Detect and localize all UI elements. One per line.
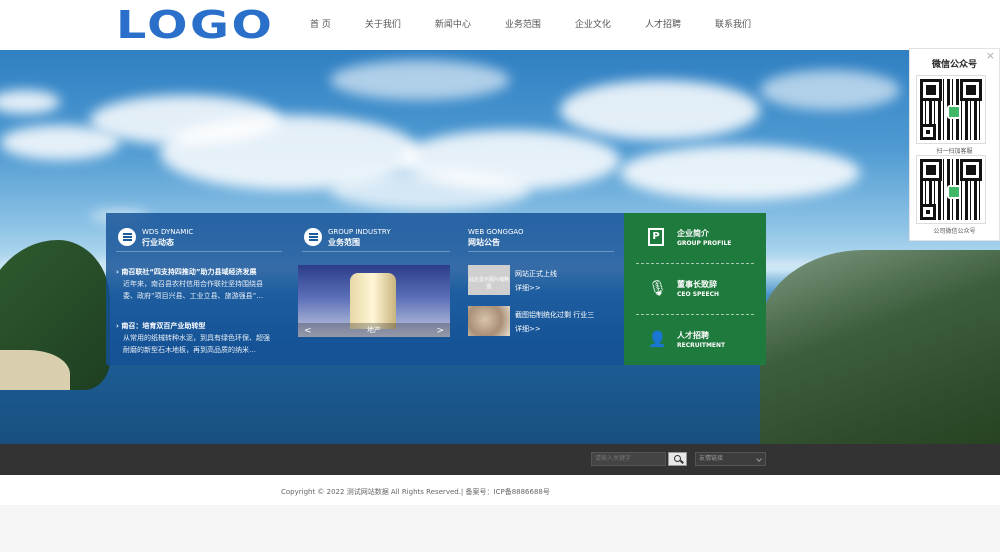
slider-next-icon[interactable]: > — [436, 326, 444, 336]
industry-heading-en: GROUP INDUSTRY — [328, 227, 391, 236]
cloud — [620, 145, 860, 200]
nav-home[interactable]: 首 页 — [290, 0, 348, 50]
profile-icon: P — [648, 228, 664, 246]
logo[interactable]: LOGO — [116, 6, 274, 44]
notice-more-link[interactable]: 详细>> — [515, 324, 541, 334]
nav-news[interactable]: 新闻中心 — [418, 0, 488, 50]
news-title[interactable]: › 南召联社“四支持四推动”助力县域经济发展 — [116, 266, 276, 278]
news-title-text[interactable]: 南召联社“四支持四推动”助力县域经济发展 — [121, 268, 256, 276]
industry-heading-cn[interactable]: 业务范围 — [328, 237, 391, 248]
cloud — [0, 90, 60, 114]
qr-code-icon — [916, 155, 986, 224]
nav-culture[interactable]: 企业文化 — [558, 0, 628, 50]
divider — [468, 251, 614, 252]
search-bar: 友情链接 — [0, 444, 1000, 475]
dynamic-heading-en: WDS DYNAMIC — [142, 227, 194, 236]
industry-slider[interactable]: 地产 < > — [298, 265, 450, 337]
quick-link-recruitment[interactable]: 👤 人才招聘 RECRUITMENT — [636, 315, 754, 365]
qr-caption: 扫一扫加客服 — [936, 148, 973, 155]
slider-caption[interactable]: 地产 — [298, 325, 450, 335]
notice-thumbnail[interactable]: 此处显示图片缩略图 — [468, 265, 510, 295]
cloud — [330, 60, 510, 100]
news-title-text[interactable]: 南召：培育双百产业助转型 — [121, 322, 205, 330]
microphone-icon: 🎙 — [648, 279, 668, 297]
notice-column: WEB GONGGAO 网站公告 此处显示图片缩略图 网站正式上线 详细>> 截… — [464, 213, 614, 365]
wechat-title: 微信公众号 — [931, 60, 977, 70]
list-icon — [118, 228, 136, 246]
notice-thumbnail[interactable] — [468, 306, 510, 336]
quick-link-cn[interactable]: 董事长致辞 — [677, 279, 717, 290]
cloud — [330, 170, 530, 210]
news-item[interactable]: › 南召：培育双百产业助转型 从常用的纸械转种水泥，到具有绿色环保、超强耐磨的新… — [116, 320, 276, 356]
right-island — [760, 250, 1000, 444]
notice-title[interactable]: 网站正式上线 — [515, 269, 557, 279]
divider — [116, 251, 282, 252]
search-button[interactable] — [668, 452, 687, 466]
divider — [302, 251, 450, 252]
quick-links: P 企业简介 GROUP PROFILE 🎙 董事长致辞 CEO SPEECH … — [624, 213, 766, 365]
friend-links-select[interactable]: 友情链接 — [695, 452, 766, 466]
quick-link-en: CEO SPEECH — [677, 291, 720, 298]
search-input[interactable] — [591, 452, 666, 466]
main-nav: 首 页 关于我们 新闻中心 业务范围 企业文化 人才招聘 联系我们 — [290, 0, 768, 50]
quick-link-cn[interactable]: 企业简介 — [677, 228, 709, 239]
qr-code-icon — [916, 75, 986, 144]
nav-contact[interactable]: 联系我们 — [698, 0, 768, 50]
footer: Copyright © 2022 测试网站数据 All Rights Reser… — [0, 475, 1000, 505]
dynamic-heading-cn[interactable]: 行业动态 — [142, 237, 193, 248]
news-item[interactable]: › 南召联社“四支持四推动”助力县域经济发展 近年来，南召县农村信用合作联社坚持… — [116, 266, 276, 302]
person-icon: 👤 — [648, 330, 667, 348]
notice-item[interactable]: 此处显示图片缩略图 网站正式上线 详细>> — [468, 265, 618, 295]
quick-link-cn[interactable]: 人才招聘 — [677, 330, 709, 341]
news-title[interactable]: › 南召：培育双百产业助转型 — [116, 320, 276, 332]
nav-about[interactable]: 关于我们 — [348, 0, 418, 50]
notice-heading-cn[interactable]: 网站公告 — [468, 237, 524, 248]
cloud — [560, 80, 760, 140]
building-image — [350, 273, 396, 329]
industry-heading: GROUP INDUSTRY 业务范围 — [304, 223, 391, 251]
notice-more-link[interactable]: 详细>> — [515, 283, 541, 293]
cloud — [760, 70, 900, 110]
quick-link-en: GROUP PROFILE — [677, 240, 732, 247]
wechat-float: × 微信公众号 扫一扫加客服 公司微信公众号 — [909, 48, 1000, 241]
slider-prev-icon[interactable]: < — [304, 326, 312, 336]
notice-title[interactable]: 截图铝制统化过剩 行业三 — [515, 310, 594, 320]
thumbnail-placeholder-text: 此处显示图片缩略图 — [468, 277, 509, 290]
news-summary: 近年来，南召县农村信用合作联社坚持围绕县委、政府“项目兴县、工业立县、旅游强县”… — [123, 280, 264, 300]
dynamic-column: WDS DYNAMIC 行业动态 › 南召联社“四支持四推动”助力县域经济发展 … — [106, 213, 282, 365]
nav-business[interactable]: 业务范围 — [488, 0, 558, 50]
notice-heading-en: WEB GONGGAO — [468, 227, 524, 236]
industry-column: GROUP INDUSTRY 业务范围 地产 < > — [292, 213, 450, 365]
news-summary: 从常用的纸械转种水泥，到具有绿色环保、超强耐磨的新型石木地板，再到高品质的纳米… — [123, 334, 270, 354]
list-icon — [304, 228, 322, 246]
notice-item[interactable]: 截图铝制统化过剩 行业三 详细>> — [468, 306, 618, 336]
qr-caption: 公司微信公众号 — [933, 228, 976, 235]
dynamic-heading: WDS DYNAMIC 行业动态 — [118, 223, 193, 251]
copyright-text: Copyright © 2022 测试网站数据 All Rights Reser… — [281, 488, 550, 496]
header: LOGO 首 页 关于我们 新闻中心 业务范围 企业文化 人才招聘 联系我们 — [0, 0, 1000, 50]
quick-link-ceo[interactable]: 🎙 董事长致辞 CEO SPEECH — [636, 264, 754, 314]
quick-link-profile[interactable]: P 企业简介 GROUP PROFILE — [636, 213, 754, 263]
notice-heading: WEB GONGGAO 网站公告 — [468, 223, 524, 251]
quick-link-en: RECRUITMENT — [677, 342, 726, 349]
nav-recruitment[interactable]: 人才招聘 — [628, 0, 698, 50]
info-panel: WDS DYNAMIC 行业动态 › 南召联社“四支持四推动”助力县域经济发展 … — [106, 213, 624, 365]
